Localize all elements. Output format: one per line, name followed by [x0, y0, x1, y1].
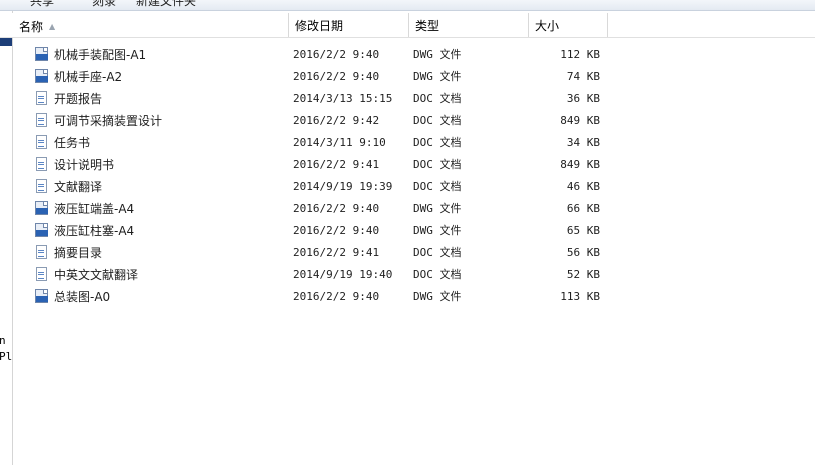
file-name: 液压缸端盖-A4 — [54, 202, 135, 216]
doc-file-icon — [35, 135, 49, 151]
file-row[interactable]: 设计说明书 2016/2/2 9:41 DOC 文档 849 KB — [0, 154, 815, 176]
file-name: 总装图-A0 — [54, 290, 111, 304]
file-size: 34 KB — [566, 136, 600, 149]
file-name: 液压缸柱塞-A4 — [54, 224, 135, 238]
file-date: 2016/2/2 9:40 — [293, 224, 380, 237]
file-row[interactable]: 摘要目录 2016/2/2 9:41 DOC 文档 56 KB — [0, 242, 815, 264]
doc-file-icon — [35, 267, 49, 283]
file-name: 机械手座-A2 — [54, 70, 123, 84]
dwg-file-icon — [35, 47, 49, 63]
file-type: DWG 文件 — [413, 202, 462, 215]
file-size: 113 KB — [560, 290, 600, 303]
file-date: 2016/2/2 9:40 — [293, 290, 380, 303]
dwg-file-icon — [35, 201, 49, 217]
dwg-file-icon — [35, 289, 49, 305]
file-type: DWG 文件 — [413, 48, 462, 61]
file-date: 2016/2/2 9:40 — [293, 70, 380, 83]
doc-file-icon — [35, 113, 49, 129]
file-type: DOC 文档 — [413, 158, 462, 171]
column-header-type[interactable]: 类型 — [409, 13, 529, 37]
file-type: DWG 文件 — [413, 290, 462, 303]
file-type: DOC 文档 — [413, 268, 462, 281]
file-row[interactable]: 液压缸柱塞-A4 2016/2/2 9:40 DWG 文件 65 KB — [0, 220, 815, 242]
file-type: DOC 文档 — [413, 246, 462, 259]
toolbar: ▾ 共享 ▾ 刻录 新建文件夹 — [0, 0, 815, 11]
file-name: 机械手装配图-A1 — [54, 48, 147, 62]
file-date: 2016/2/2 9:41 — [293, 158, 380, 171]
burn-button[interactable]: 刻录 — [92, 0, 116, 9]
file-date: 2014/9/19 19:39 — [293, 180, 393, 193]
nav-item-fragment[interactable]: Plu — [0, 350, 12, 363]
file-size: 66 KB — [566, 202, 600, 215]
file-type: DOC 文档 — [413, 114, 462, 127]
share-button[interactable]: 共享 — [30, 0, 54, 9]
file-type: DOC 文档 — [413, 92, 462, 105]
file-row[interactable]: 中英文文献翻译 2014/9/19 19:40 DOC 文档 52 KB — [0, 264, 815, 286]
file-name: 开题报告 — [54, 92, 103, 106]
dwg-file-icon — [35, 69, 49, 85]
file-name: 任务书 — [54, 136, 91, 150]
nav-item-fragment[interactable]: n — [0, 334, 6, 347]
file-size: 56 KB — [566, 246, 600, 259]
file-date: 2014/9/19 19:40 — [293, 268, 393, 281]
column-header-name[interactable]: 名称 ▲ — [13, 13, 289, 37]
file-row[interactable]: 文献翻译 2014/9/19 19:39 DOC 文档 46 KB — [0, 176, 815, 198]
file-type: DOC 文档 — [413, 180, 462, 193]
file-size: 849 KB — [560, 158, 600, 171]
file-name: 可调节采摘装置设计 — [54, 114, 163, 128]
file-type: DOC 文档 — [413, 136, 462, 149]
column-header-type-label: 类型 — [415, 19, 440, 33]
file-size: 65 KB — [566, 224, 600, 237]
doc-file-icon — [35, 91, 49, 107]
file-type: DWG 文件 — [413, 70, 462, 83]
file-name: 设计说明书 — [54, 158, 115, 172]
new-folder-button[interactable]: 新建文件夹 — [136, 0, 196, 9]
column-header-date[interactable]: 修改日期 — [289, 13, 409, 37]
doc-file-icon — [35, 179, 49, 195]
file-size: 74 KB — [566, 70, 600, 83]
column-header: 名称 ▲ 修改日期 类型 大小 — [0, 13, 815, 38]
chevron-down-icon[interactable]: ▾ — [4, 0, 9, 2]
file-date: 2016/2/2 9:40 — [293, 48, 380, 61]
file-date: 2016/2/2 9:40 — [293, 202, 380, 215]
column-header-name-label: 名称 — [19, 20, 44, 34]
share-dropdown-chevron-icon[interactable]: ▾ — [64, 0, 69, 2]
file-date: 2014/3/11 9:10 — [293, 136, 386, 149]
file-date: 2016/2/2 9:41 — [293, 246, 380, 259]
file-row[interactable]: 开题报告 2014/3/13 15:15 DOC 文档 36 KB — [0, 88, 815, 110]
file-row[interactable]: 机械手座-A2 2016/2/2 9:40 DWG 文件 74 KB — [0, 66, 815, 88]
column-header-date-label: 修改日期 — [295, 19, 344, 33]
file-size: 849 KB — [560, 114, 600, 127]
file-row[interactable]: 总装图-A0 2016/2/2 9:40 DWG 文件 113 KB — [0, 286, 815, 308]
file-size: 112 KB — [560, 48, 600, 61]
file-date: 2014/3/13 15:15 — [293, 92, 393, 105]
dwg-file-icon — [35, 223, 49, 239]
doc-file-icon — [35, 245, 49, 261]
file-size: 52 KB — [566, 268, 600, 281]
column-header-size-label: 大小 — [535, 19, 560, 33]
file-size: 36 KB — [566, 92, 600, 105]
sort-ascending-icon: ▲ — [49, 22, 56, 31]
file-row[interactable]: 液压缸端盖-A4 2016/2/2 9:40 DWG 文件 66 KB — [0, 198, 815, 220]
file-name: 摘要目录 — [54, 246, 103, 260]
file-row[interactable]: 可调节采摘装置设计 2016/2/2 9:42 DOC 文档 849 KB — [0, 110, 815, 132]
file-type: DWG 文件 — [413, 224, 462, 237]
column-header-size[interactable]: 大小 — [529, 13, 608, 37]
doc-file-icon — [35, 157, 49, 173]
file-row[interactable]: 任务书 2014/3/11 9:10 DOC 文档 34 KB — [0, 132, 815, 154]
file-size: 46 KB — [566, 180, 600, 193]
file-name: 文献翻译 — [54, 180, 103, 194]
file-row[interactable]: 机械手装配图-A1 2016/2/2 9:40 DWG 文件 112 KB — [0, 44, 815, 66]
file-date: 2016/2/2 9:42 — [293, 114, 380, 127]
file-name: 中英文文献翻译 — [54, 268, 139, 282]
